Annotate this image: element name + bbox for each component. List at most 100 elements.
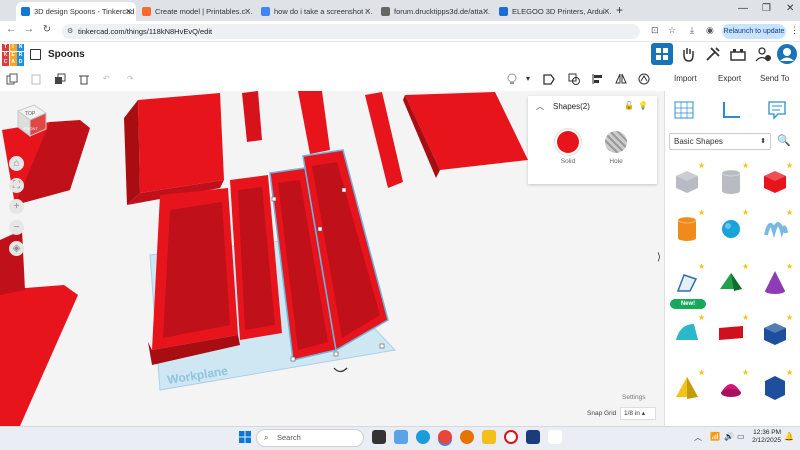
group-icon[interactable] xyxy=(568,73,580,85)
search-shapes-icon[interactable]: 🔍 xyxy=(777,134,791,147)
cruise-icon[interactable] xyxy=(638,73,650,85)
collapse-inspector-icon[interactable]: ︿ xyxy=(536,101,544,112)
copy-icon[interactable] xyxy=(6,73,18,85)
pyramid-shape[interactable] xyxy=(672,373,702,403)
text-shape[interactable] xyxy=(716,318,746,348)
volume-icon[interactable]: 🔊 xyxy=(724,432,734,441)
edge-icon[interactable] xyxy=(416,430,430,444)
shape-category-select[interactable]: Basic Shapes ⬍ xyxy=(669,133,771,150)
light-dropdown-icon[interactable]: ▾ xyxy=(526,74,530,83)
download-icon[interactable]: ⤓ xyxy=(690,25,694,36)
reload-button[interactable]: ↻ xyxy=(40,24,54,35)
tab-close-icon[interactable]: ✕ xyxy=(364,7,371,16)
new-tab-button[interactable]: + xyxy=(616,3,623,17)
forward-button[interactable]: → xyxy=(22,24,36,35)
duplicate-icon[interactable] xyxy=(54,73,66,85)
light-bulb-icon[interactable] xyxy=(506,73,518,85)
scribble-shape[interactable] xyxy=(760,213,790,243)
sim-lab-button[interactable] xyxy=(727,43,749,65)
notification-bell-icon[interactable]: 🔔 xyxy=(784,432,794,441)
project-menu-icon[interactable] xyxy=(30,49,41,60)
box-gray-shape[interactable] xyxy=(672,166,702,196)
app-misc-icon[interactable] xyxy=(548,430,562,444)
3d-view-button[interactable] xyxy=(651,43,673,65)
snap-grid-select[interactable]: 1/8 in ▴ xyxy=(620,407,656,420)
settings-link[interactable]: Settings xyxy=(622,394,646,401)
solid-color-swatch[interactable] xyxy=(557,131,579,153)
view-cube[interactable]: TOP FRONT xyxy=(16,103,48,141)
browser-tab[interactable]: Create model | Printables.com ✕ xyxy=(137,2,255,21)
sketch-shape[interactable] xyxy=(672,267,702,297)
tab-close-icon[interactable]: ✕ xyxy=(603,7,610,16)
browser-menu-icon[interactable]: ⋮ xyxy=(790,25,799,36)
profile-icon[interactable]: ◉ xyxy=(706,25,714,36)
import-button[interactable]: Import xyxy=(674,74,697,83)
tab-close-icon[interactable]: ✕ xyxy=(125,7,132,16)
half-sphere-shape[interactable] xyxy=(716,373,746,403)
paste-icon[interactable] xyxy=(30,73,42,85)
undo-icon[interactable]: ↶ xyxy=(103,74,110,83)
widgets-icon[interactable] xyxy=(394,430,408,444)
hole-swatch[interactable] xyxy=(605,131,627,153)
app-icon[interactable] xyxy=(460,430,474,444)
export-button[interactable]: Export xyxy=(718,74,741,83)
bookmark-star-icon[interactable]: ☆ xyxy=(668,25,676,36)
redo-icon[interactable]: ↷ xyxy=(127,74,134,83)
tab-close-icon[interactable]: ✕ xyxy=(244,7,251,16)
mirror-icon[interactable] xyxy=(615,73,627,85)
browser-tab[interactable]: ELEGOO 3D Printers, Arduino K...✕ xyxy=(494,2,614,21)
browser-tab[interactable]: 3D design Spoons - Tinkercad ✕ xyxy=(16,2,136,21)
user-avatar[interactable] xyxy=(776,43,798,65)
tab-close-icon[interactable]: ✕ xyxy=(482,7,489,16)
fit-view-icon[interactable]: ⛶ xyxy=(9,178,24,193)
delete-icon[interactable] xyxy=(78,73,90,85)
project-title[interactable]: Spoons xyxy=(48,49,85,60)
opera-icon[interactable] xyxy=(504,430,518,444)
chrome-icon[interactable] xyxy=(438,430,452,444)
browser-tab[interactable]: forum.drucktipps3d.de/attache... ✕ xyxy=(376,2,493,21)
wifi-icon[interactable]: 📶 xyxy=(710,432,720,441)
ruler-tool-icon[interactable] xyxy=(720,100,742,120)
box-shape[interactable] xyxy=(760,166,790,196)
lock-icon[interactable]: 🔓 xyxy=(624,101,634,110)
workplane-tool-icon[interactable] xyxy=(673,100,695,120)
install-app-icon[interactable]: ⊡ xyxy=(651,25,659,36)
taskbar-clock[interactable]: 12:36 PM 2/12/2025 xyxy=(749,429,781,445)
file-explorer-icon[interactable] xyxy=(482,430,496,444)
ortho-view-icon[interactable]: ◈ xyxy=(9,241,24,256)
windows-start-icon[interactable] xyxy=(238,430,252,444)
taskbar-search-input[interactable]: ⌕ Search xyxy=(256,429,364,447)
close-window-button[interactable]: ✕ xyxy=(786,3,794,14)
cone-shape[interactable] xyxy=(760,267,790,297)
browser-tab[interactable]: how do i take a screenshot on ... ✕ xyxy=(256,2,375,21)
tinkercad-logo[interactable]: TIN KER CAD xyxy=(2,44,24,67)
light-bulb-icon[interactable]: 💡 xyxy=(638,101,648,110)
zoom-out-icon[interactable]: − xyxy=(9,220,24,235)
polygon-box-shape[interactable] xyxy=(760,318,790,348)
align-icon[interactable] xyxy=(592,73,604,85)
rotate-handle-icon[interactable] xyxy=(333,367,348,373)
maximize-button[interactable]: ❐ xyxy=(762,3,771,14)
blocks-button[interactable] xyxy=(677,43,699,65)
cylinder-gray-shape[interactable] xyxy=(716,166,746,196)
polygon-shape[interactable] xyxy=(760,373,790,403)
relaunch-button[interactable]: Relaunch to update xyxy=(722,24,786,39)
cylinder-shape[interactable] xyxy=(672,213,702,243)
round-roof-shape[interactable] xyxy=(672,318,702,348)
notes-tool-icon[interactable] xyxy=(766,100,788,120)
battery-icon[interactable]: ▭ xyxy=(737,432,745,441)
url-input[interactable]: ⚙ tinkercad.com/things/118kN8HvEvQ/edit xyxy=(62,24,640,39)
send-to-button[interactable]: Send To xyxy=(760,74,789,83)
minimize-button[interactable]: — xyxy=(738,3,748,14)
back-button[interactable]: ← xyxy=(4,24,18,35)
sphere-shape[interactable] xyxy=(716,213,746,243)
zoom-in-icon[interactable]: + xyxy=(9,199,24,214)
lesson-plans-button[interactable] xyxy=(702,43,724,65)
roof-shape[interactable] xyxy=(716,267,746,297)
shape-icon[interactable] xyxy=(543,73,555,85)
task-view-icon[interactable] xyxy=(372,430,386,444)
tray-chevron-icon[interactable]: ︿ xyxy=(694,432,702,443)
site-info-icon[interactable]: ⚙ xyxy=(67,24,73,39)
panel-toggle-icon[interactable]: ⟩ xyxy=(657,252,661,263)
add-user-button[interactable] xyxy=(752,43,774,65)
